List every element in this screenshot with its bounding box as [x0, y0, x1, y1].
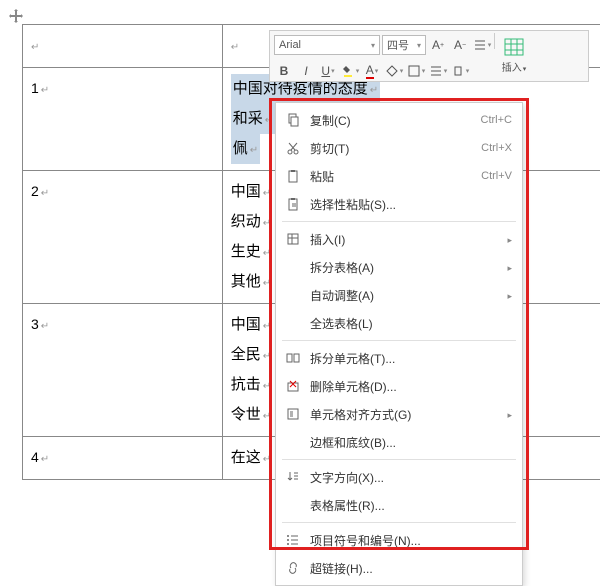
menu-hyperlink[interactable]: 超链接(H)...	[276, 554, 522, 582]
cell-text: 中国	[231, 183, 271, 200]
underline-button[interactable]: U	[318, 61, 338, 81]
context-menu: 复制(C)Ctrl+C 剪切(T)Ctrl+X 粘贴Ctrl+V 选择性粘贴(S…	[275, 102, 523, 586]
font-select-value: Arial	[279, 39, 301, 51]
align-icon	[284, 406, 302, 422]
menu-table-properties[interactable]: 表格属性(R)...	[276, 491, 522, 519]
italic-button[interactable]: I	[296, 61, 316, 81]
toolbar-separator	[494, 33, 495, 49]
decrease-font-button[interactable]: A−	[450, 35, 470, 55]
cell-text: 织动	[231, 213, 271, 230]
menu-cell-align[interactable]: 单元格对齐方式(G)	[276, 400, 522, 428]
menu-select-table[interactable]: 全选表格(L)	[276, 309, 522, 337]
cell-r1c1[interactable]: 1	[23, 68, 223, 171]
font-size-select[interactable]: 四号▾	[382, 35, 426, 55]
cell-text: 生史	[231, 243, 271, 260]
menu-bullets-numbering[interactable]: 项目符号和编号(N)...	[276, 526, 522, 554]
cell-text: 中国	[231, 316, 271, 333]
font-size-value: 四号	[387, 37, 409, 53]
cell-text: 全民	[231, 346, 271, 363]
menu-borders[interactable]: 边框和底纹(B)...	[276, 428, 522, 456]
copy-icon	[284, 112, 302, 128]
menu-separator	[282, 221, 516, 222]
borders-button[interactable]	[406, 61, 426, 81]
cell-r4c1[interactable]: 4	[23, 437, 223, 480]
submenu-arrow-icon	[507, 407, 512, 421]
menu-text-direction[interactable]: 文字方向(X)...	[276, 463, 522, 491]
cell-r3c1[interactable]: 3	[23, 304, 223, 437]
cell-text: 在这	[231, 449, 271, 466]
list-icon	[284, 532, 302, 548]
cell-text: 和采	[231, 104, 275, 134]
menu-paste-special[interactable]: 选择性粘贴(S)...	[276, 190, 522, 218]
align-button[interactable]	[428, 61, 448, 81]
font-select[interactable]: Arial▾	[274, 35, 380, 55]
table-grid-icon	[504, 38, 524, 59]
submenu-arrow-icon	[507, 288, 512, 302]
menu-cut[interactable]: 剪切(T)Ctrl+X	[276, 134, 522, 162]
menu-separator	[282, 459, 516, 460]
insert-label: 插入	[502, 59, 527, 74]
paste-icon	[284, 168, 302, 184]
menu-split-cells[interactable]: 拆分单元格(T)...	[276, 344, 522, 372]
delete-cells-icon	[284, 378, 302, 394]
cell-text: 令世	[231, 406, 271, 423]
cell-r2c1[interactable]: 2	[23, 171, 223, 304]
scissors-icon	[284, 140, 302, 156]
menu-insert[interactable]: 插入(I)	[276, 225, 522, 253]
line-spacing-button[interactable]	[472, 35, 492, 55]
table-move-handle[interactable]	[8, 8, 24, 24]
menu-separator	[282, 340, 516, 341]
menu-separator	[282, 522, 516, 523]
cell-text: 其他	[231, 273, 271, 290]
cell-text: 抗击	[231, 376, 271, 393]
mini-toolbar: Arial▾ 四号▾ A+ A− B I U A 插入	[269, 30, 589, 82]
menu-autofit[interactable]: 自动调整(A)	[276, 281, 522, 309]
cell-header-1[interactable]	[23, 25, 223, 68]
increase-font-button[interactable]: A+	[428, 35, 448, 55]
submenu-arrow-icon	[507, 260, 512, 274]
insert-icon	[284, 231, 302, 247]
paste-special-icon	[284, 196, 302, 212]
text-direction-icon	[284, 469, 302, 485]
highlight-button[interactable]	[340, 61, 360, 81]
menu-split-table[interactable]: 拆分表格(A)	[276, 253, 522, 281]
outdent-button[interactable]	[450, 61, 470, 81]
shading-button[interactable]	[384, 61, 404, 81]
cell-text: 佩	[231, 134, 260, 164]
menu-copy[interactable]: 复制(C)Ctrl+C	[276, 106, 522, 134]
menu-paste[interactable]: 粘贴Ctrl+V	[276, 162, 522, 190]
font-color-button[interactable]: A	[362, 61, 382, 81]
split-cells-icon	[284, 350, 302, 366]
submenu-arrow-icon	[507, 232, 512, 246]
insert-table-button[interactable]: 插入	[497, 33, 531, 79]
bold-button[interactable]: B	[274, 61, 294, 81]
menu-delete-cells[interactable]: 删除单元格(D)...	[276, 372, 522, 400]
link-icon	[284, 560, 302, 576]
